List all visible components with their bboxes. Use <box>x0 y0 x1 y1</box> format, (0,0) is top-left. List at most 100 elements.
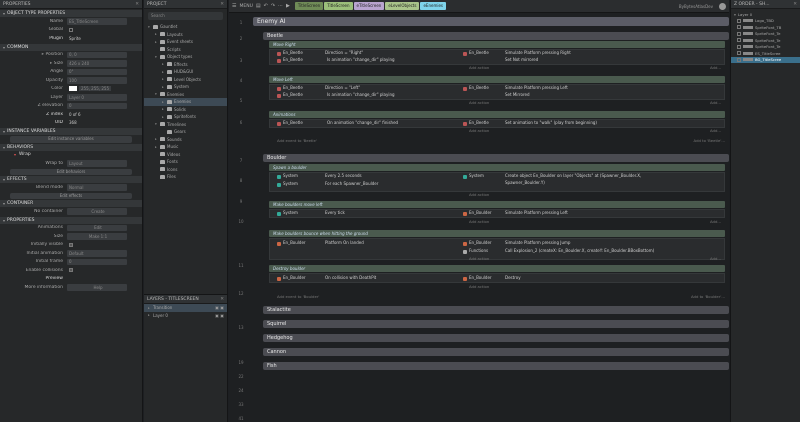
condition-text[interactable]: Direction = "Right" <box>325 50 363 55</box>
tab-2[interactable]: eTitleScreen <box>353 2 385 10</box>
group-fish[interactable]: Fish <box>263 362 729 370</box>
action-object[interactable]: En_Beetle <box>469 85 489 90</box>
action-text[interactable]: Spawner_Boulder.Y) <box>505 180 545 185</box>
name-field[interactable]: ES_TitleScreen <box>67 18 127 25</box>
action-text[interactable]: Set Not mirrored <box>505 57 538 62</box>
add-action-link[interactable]: Add action <box>469 128 489 133</box>
color-swatch[interactable] <box>69 86 77 92</box>
edit-animations-button[interactable]: Edit <box>67 224 127 231</box>
condition-object[interactable]: En_Beetle <box>283 92 303 97</box>
condition-text[interactable]: Direction = "Left" <box>325 85 360 90</box>
tree-item[interactable]: ▸ System <box>144 83 227 91</box>
condition-text[interactable]: Is animation "change_dir" playing <box>327 92 395 97</box>
add-to-link[interactable]: Add to 'Boulder'... <box>691 294 725 299</box>
section-effects[interactable]: ▾ EFFECTS <box>0 176 142 183</box>
condition-text[interactable]: For each Spawner_Boulder <box>325 181 378 186</box>
collisions-checkbox[interactable] <box>67 267 127 274</box>
condition-object[interactable]: En_Beetle <box>283 85 303 90</box>
action-text[interactable]: Simulate Platform pressing Right <box>505 50 571 55</box>
group-boulder[interactable]: Boulder <box>263 154 729 162</box>
condition-text[interactable]: On collision with DeathPit <box>325 275 376 280</box>
group-beetle[interactable]: Beetle <box>263 32 729 40</box>
action-text[interactable]: Set animation to "walk" (play from begin… <box>505 120 597 125</box>
menu-icon[interactable]: ☰ <box>232 3 236 9</box>
condition-object[interactable]: En_Boulder <box>283 275 306 280</box>
action-object[interactable]: En_Boulder <box>469 275 492 280</box>
tree-item[interactable]: ▸ Sounds <box>144 136 227 144</box>
action-text[interactable]: Set Mirrored <box>505 92 530 97</box>
tree-item[interactable]: ▸ Enemies <box>144 98 227 106</box>
help-button[interactable]: Help <box>67 284 127 291</box>
add-link[interactable]: Add... <box>710 256 721 261</box>
close-icon[interactable]: ✕ <box>220 2 224 7</box>
group-cannon[interactable]: Cannon <box>263 348 729 356</box>
tree-item[interactable]: ▾ Object types <box>144 53 227 61</box>
initially-visible-checkbox[interactable] <box>67 242 127 249</box>
group-stalactite[interactable]: Stalactite <box>263 306 729 314</box>
comment[interactable]: Spawn a boulder <box>269 164 725 171</box>
opacity-field[interactable]: 100 <box>67 77 127 84</box>
action-object[interactable]: En_Beetle <box>469 50 489 55</box>
comment[interactable]: Move Right <box>269 41 725 48</box>
color-field[interactable]: 255, 255, 255 <box>67 86 127 93</box>
project-search-input[interactable]: Search <box>148 12 223 20</box>
initial-frame-field[interactable]: 0 <box>67 258 127 265</box>
group-hedgehog[interactable]: Hedgehog <box>263 334 729 342</box>
tree-item[interactable]: ▸ Event sheets <box>144 38 227 46</box>
undo-icon[interactable]: ↶ <box>264 3 268 9</box>
section-container[interactable]: ▾ CONTAINER <box>0 200 142 207</box>
avatar[interactable] <box>719 2 726 10</box>
edit-instance-variables-button[interactable]: Edit instance variables <box>10 136 132 143</box>
tree-item[interactable]: ▸ Spritefonts <box>144 113 227 121</box>
layer-item[interactable]: ▸ Layer 0 ▣ ▣ <box>144 312 227 320</box>
add-action-link[interactable]: Add action <box>469 100 489 105</box>
tree-item[interactable]: Videos <box>144 151 227 159</box>
user-name[interactable]: ByBytesAtlasDev <box>679 4 716 9</box>
layer-select[interactable]: Layer 0 <box>67 94 127 101</box>
tree-item[interactable]: ▾ Enemies <box>144 91 227 99</box>
behavior-wrap[interactable]: ▾ Wrap <box>0 151 142 160</box>
edit-effects-button[interactable]: Edit effects <box>10 192 132 199</box>
section-instance-vars[interactable]: ▾ INSTANCE VARIABLES <box>0 128 142 135</box>
lock-icon[interactable]: ▣ ▣ <box>215 305 227 310</box>
condition-text[interactable]: Platform On landed <box>325 240 364 245</box>
zorder-item[interactable]: BG_TitleScree <box>731 56 800 63</box>
condition-object[interactable]: System <box>283 173 298 178</box>
add-action-link[interactable]: Add action <box>469 284 489 289</box>
section-properties[interactable]: ▾ PROPERTIES <box>0 216 142 224</box>
comment[interactable]: Make boulders bounce when hitting the gr… <box>269 230 725 237</box>
action-object[interactable]: En_Boulder <box>469 210 492 215</box>
condition-text[interactable]: Every 2.5 seconds <box>325 173 362 178</box>
redo-icon[interactable]: ↷ <box>271 3 275 9</box>
condition-object[interactable]: System <box>283 181 298 186</box>
tree-item[interactable]: Files <box>144 173 227 181</box>
action-text[interactable]: Call Explosion_2 (createX: En_Boulder.X,… <box>505 248 654 253</box>
action-object[interactable]: En_Boulder <box>469 240 492 245</box>
tree-item[interactable]: Icons <box>144 166 227 174</box>
layer-item[interactable]: ▸ Transition ▣ ▣ <box>144 304 227 312</box>
close-icon[interactable]: ✕ <box>135 2 139 7</box>
menu-button[interactable]: MENU <box>239 4 252 9</box>
condition-text[interactable]: On animation "change_dir" finished <box>327 120 398 125</box>
add-action-link[interactable]: Add action <box>469 256 489 261</box>
action-text[interactable]: Simulate Platform pressing Left <box>505 210 568 215</box>
condition-object[interactable]: En_Beetle <box>283 57 303 62</box>
tree-item[interactable]: ▾ Timelines <box>144 121 227 129</box>
comment[interactable]: Move Left <box>269 76 725 83</box>
more-icon[interactable]: ⋯ <box>278 3 283 9</box>
comment[interactable]: Destroy boulder <box>269 265 725 272</box>
tree-item[interactable]: ▾ Gauntlet <box>144 23 227 31</box>
add-link[interactable]: Add... <box>710 100 721 105</box>
wrapto-select[interactable]: Layout <box>67 160 127 167</box>
condition-object[interactable]: En_Beetle <box>283 50 303 55</box>
comment[interactable]: Animations <box>269 111 725 118</box>
action-object[interactable]: En_Beetle <box>469 120 489 125</box>
section-common[interactable]: ▾ COMMON <box>0 43 142 51</box>
action-text[interactable]: Destroy <box>505 275 521 280</box>
tree-item[interactable]: Fonts <box>144 158 227 166</box>
size-field[interactable]: 426 x 240 <box>67 60 127 67</box>
save-icon[interactable]: ▤ <box>256 3 261 9</box>
action-object[interactable]: Functions <box>469 248 488 253</box>
condition-object[interactable]: System <box>283 210 298 215</box>
position-field[interactable]: 0, 0 <box>67 51 127 58</box>
